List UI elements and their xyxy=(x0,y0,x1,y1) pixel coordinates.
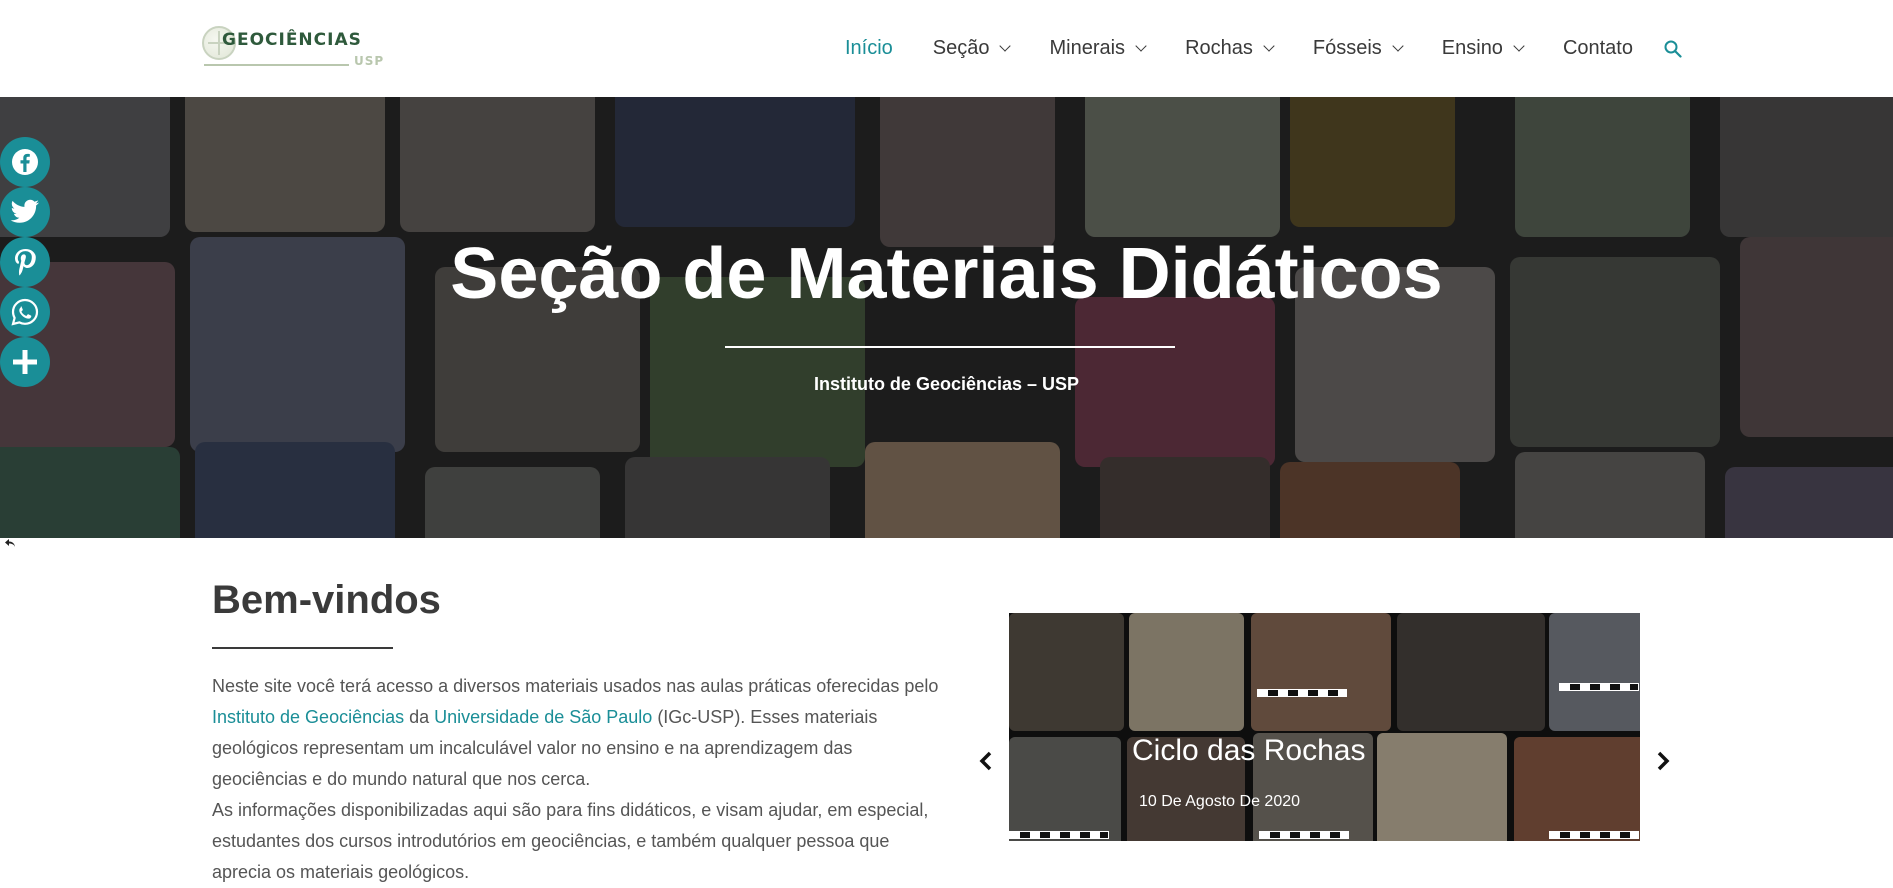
chevron-right-icon xyxy=(1657,751,1670,771)
search-icon xyxy=(1664,40,1682,58)
chevron-left-icon xyxy=(979,751,992,771)
nav-label: Ensino xyxy=(1441,37,1503,59)
welcome-paragraph-2: As informações disponibilizadas aqui são… xyxy=(212,800,929,882)
welcome-paragraph-1a: Neste site você terá acesso a diversos m… xyxy=(212,676,939,696)
nav-item-ensino[interactable]: Ensino xyxy=(1422,0,1543,97)
more-share-button[interactable] xyxy=(0,337,50,387)
nav-label: Rochas xyxy=(1185,37,1253,59)
welcome-divider xyxy=(212,647,393,649)
welcome-text: Neste site você terá acesso a diversos m… xyxy=(212,671,942,888)
twitter-icon xyxy=(10,199,39,223)
slider-prev-button[interactable] xyxy=(976,748,996,774)
slide-overlay xyxy=(1009,613,1640,841)
chevron-down-icon xyxy=(1135,40,1147,52)
slider-next-button[interactable] xyxy=(1653,748,1673,774)
hero-title: Seção de Materiais Didáticos xyxy=(450,234,1443,314)
pinterest-icon xyxy=(15,249,36,276)
nav-item-secao[interactable]: Seção xyxy=(913,0,1030,97)
link-universidade-sao-paulo[interactable]: Universidade de São Paulo xyxy=(434,707,652,727)
search-button[interactable] xyxy=(1653,0,1693,97)
social-share-bar xyxy=(0,137,50,547)
whatsapp-share-button[interactable] xyxy=(0,287,50,337)
welcome-title: Bem-vindos xyxy=(212,578,441,622)
chevron-down-icon xyxy=(1513,40,1525,52)
hero-divider xyxy=(725,346,1175,348)
post-slider[interactable]: Ciclo das Rochas 10 De Agosto De 2020 xyxy=(1009,613,1640,841)
nav-item-fosseis[interactable]: Fósseis xyxy=(1293,0,1422,97)
logo-rule xyxy=(204,64,349,66)
hero-subtitle: Instituto de Geociências – USP xyxy=(813,374,1080,394)
facebook-icon xyxy=(12,149,38,175)
hide-share-bar-button[interactable] xyxy=(4,537,16,552)
nav-item-minerais[interactable]: Minerais xyxy=(1029,0,1165,97)
plus-icon xyxy=(13,350,37,374)
nav-label: Minerais xyxy=(1049,37,1126,59)
slide-title[interactable]: Ciclo das Rochas xyxy=(1132,734,1365,768)
nav-item-contato[interactable]: Contato xyxy=(1543,0,1653,97)
main-nav: Início Seção Minerais Rochas Fósseis Ens… xyxy=(825,0,1693,97)
hero-overlay xyxy=(0,97,1893,538)
nav-label: Seção xyxy=(932,37,990,59)
hero-banner: Seção de Materiais Didáticos Instituto d… xyxy=(0,97,1893,538)
nav-label: Contato xyxy=(1562,37,1633,59)
nav-label: Início xyxy=(844,37,893,59)
link-instituto-geociencias[interactable]: Instituto de Geociências xyxy=(212,707,404,727)
site-header: GEOCIÊNCIAS USP Início Seção Minerais Ro… xyxy=(0,0,1893,97)
nav-item-inicio[interactable]: Início xyxy=(825,0,913,97)
chevron-down-icon xyxy=(1392,40,1404,52)
hide-arrow-icon xyxy=(5,539,15,547)
facebook-share-button[interactable] xyxy=(0,137,50,187)
slide-date: 10 De Agosto De 2020 xyxy=(1139,793,1301,810)
twitter-share-button[interactable] xyxy=(0,187,50,237)
chevron-down-icon xyxy=(999,40,1012,52)
nav-label: Fósseis xyxy=(1312,37,1382,59)
nav-item-rochas[interactable]: Rochas xyxy=(1165,0,1293,97)
whatsapp-icon xyxy=(11,298,39,326)
site-logo[interactable]: GEOCIÊNCIAS USP xyxy=(202,22,387,72)
logo-name: GEOCIÊNCIAS xyxy=(222,30,362,50)
logo-sub: USP xyxy=(354,54,385,68)
pinterest-share-button[interactable] xyxy=(0,237,50,287)
chevron-down-icon xyxy=(1263,40,1275,52)
welcome-paragraph-1b: da xyxy=(404,707,435,727)
